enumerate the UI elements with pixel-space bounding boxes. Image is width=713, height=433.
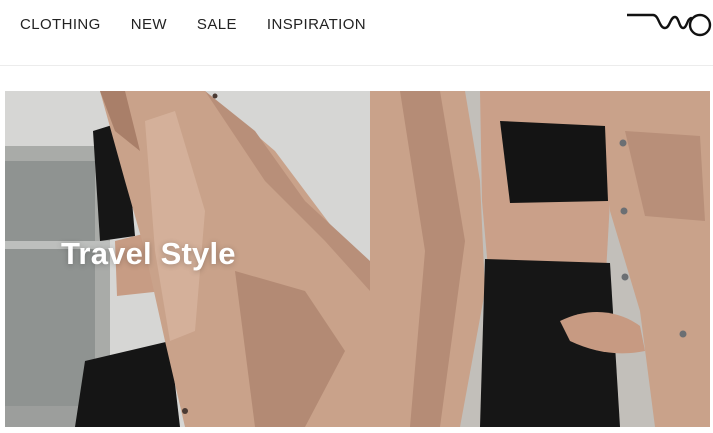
hero-banner[interactable]: Travel Style [5,91,710,427]
nav-item-new[interactable]: NEW [131,15,167,35]
mo-script-logo-icon[interactable] [625,8,713,42]
nav-item-sale[interactable]: SALE [197,15,237,35]
nav-item-inspiration[interactable]: INSPIRATION [267,15,366,35]
main-nav: CLOTHING NEW SALE INSPIRATION [20,15,396,35]
site-header: CLOTHING NEW SALE INSPIRATION [0,0,713,66]
hero-image-right [370,91,710,427]
nav-item-clothing[interactable]: CLOTHING [20,15,101,35]
hero-title: Travel Style [61,236,236,271]
